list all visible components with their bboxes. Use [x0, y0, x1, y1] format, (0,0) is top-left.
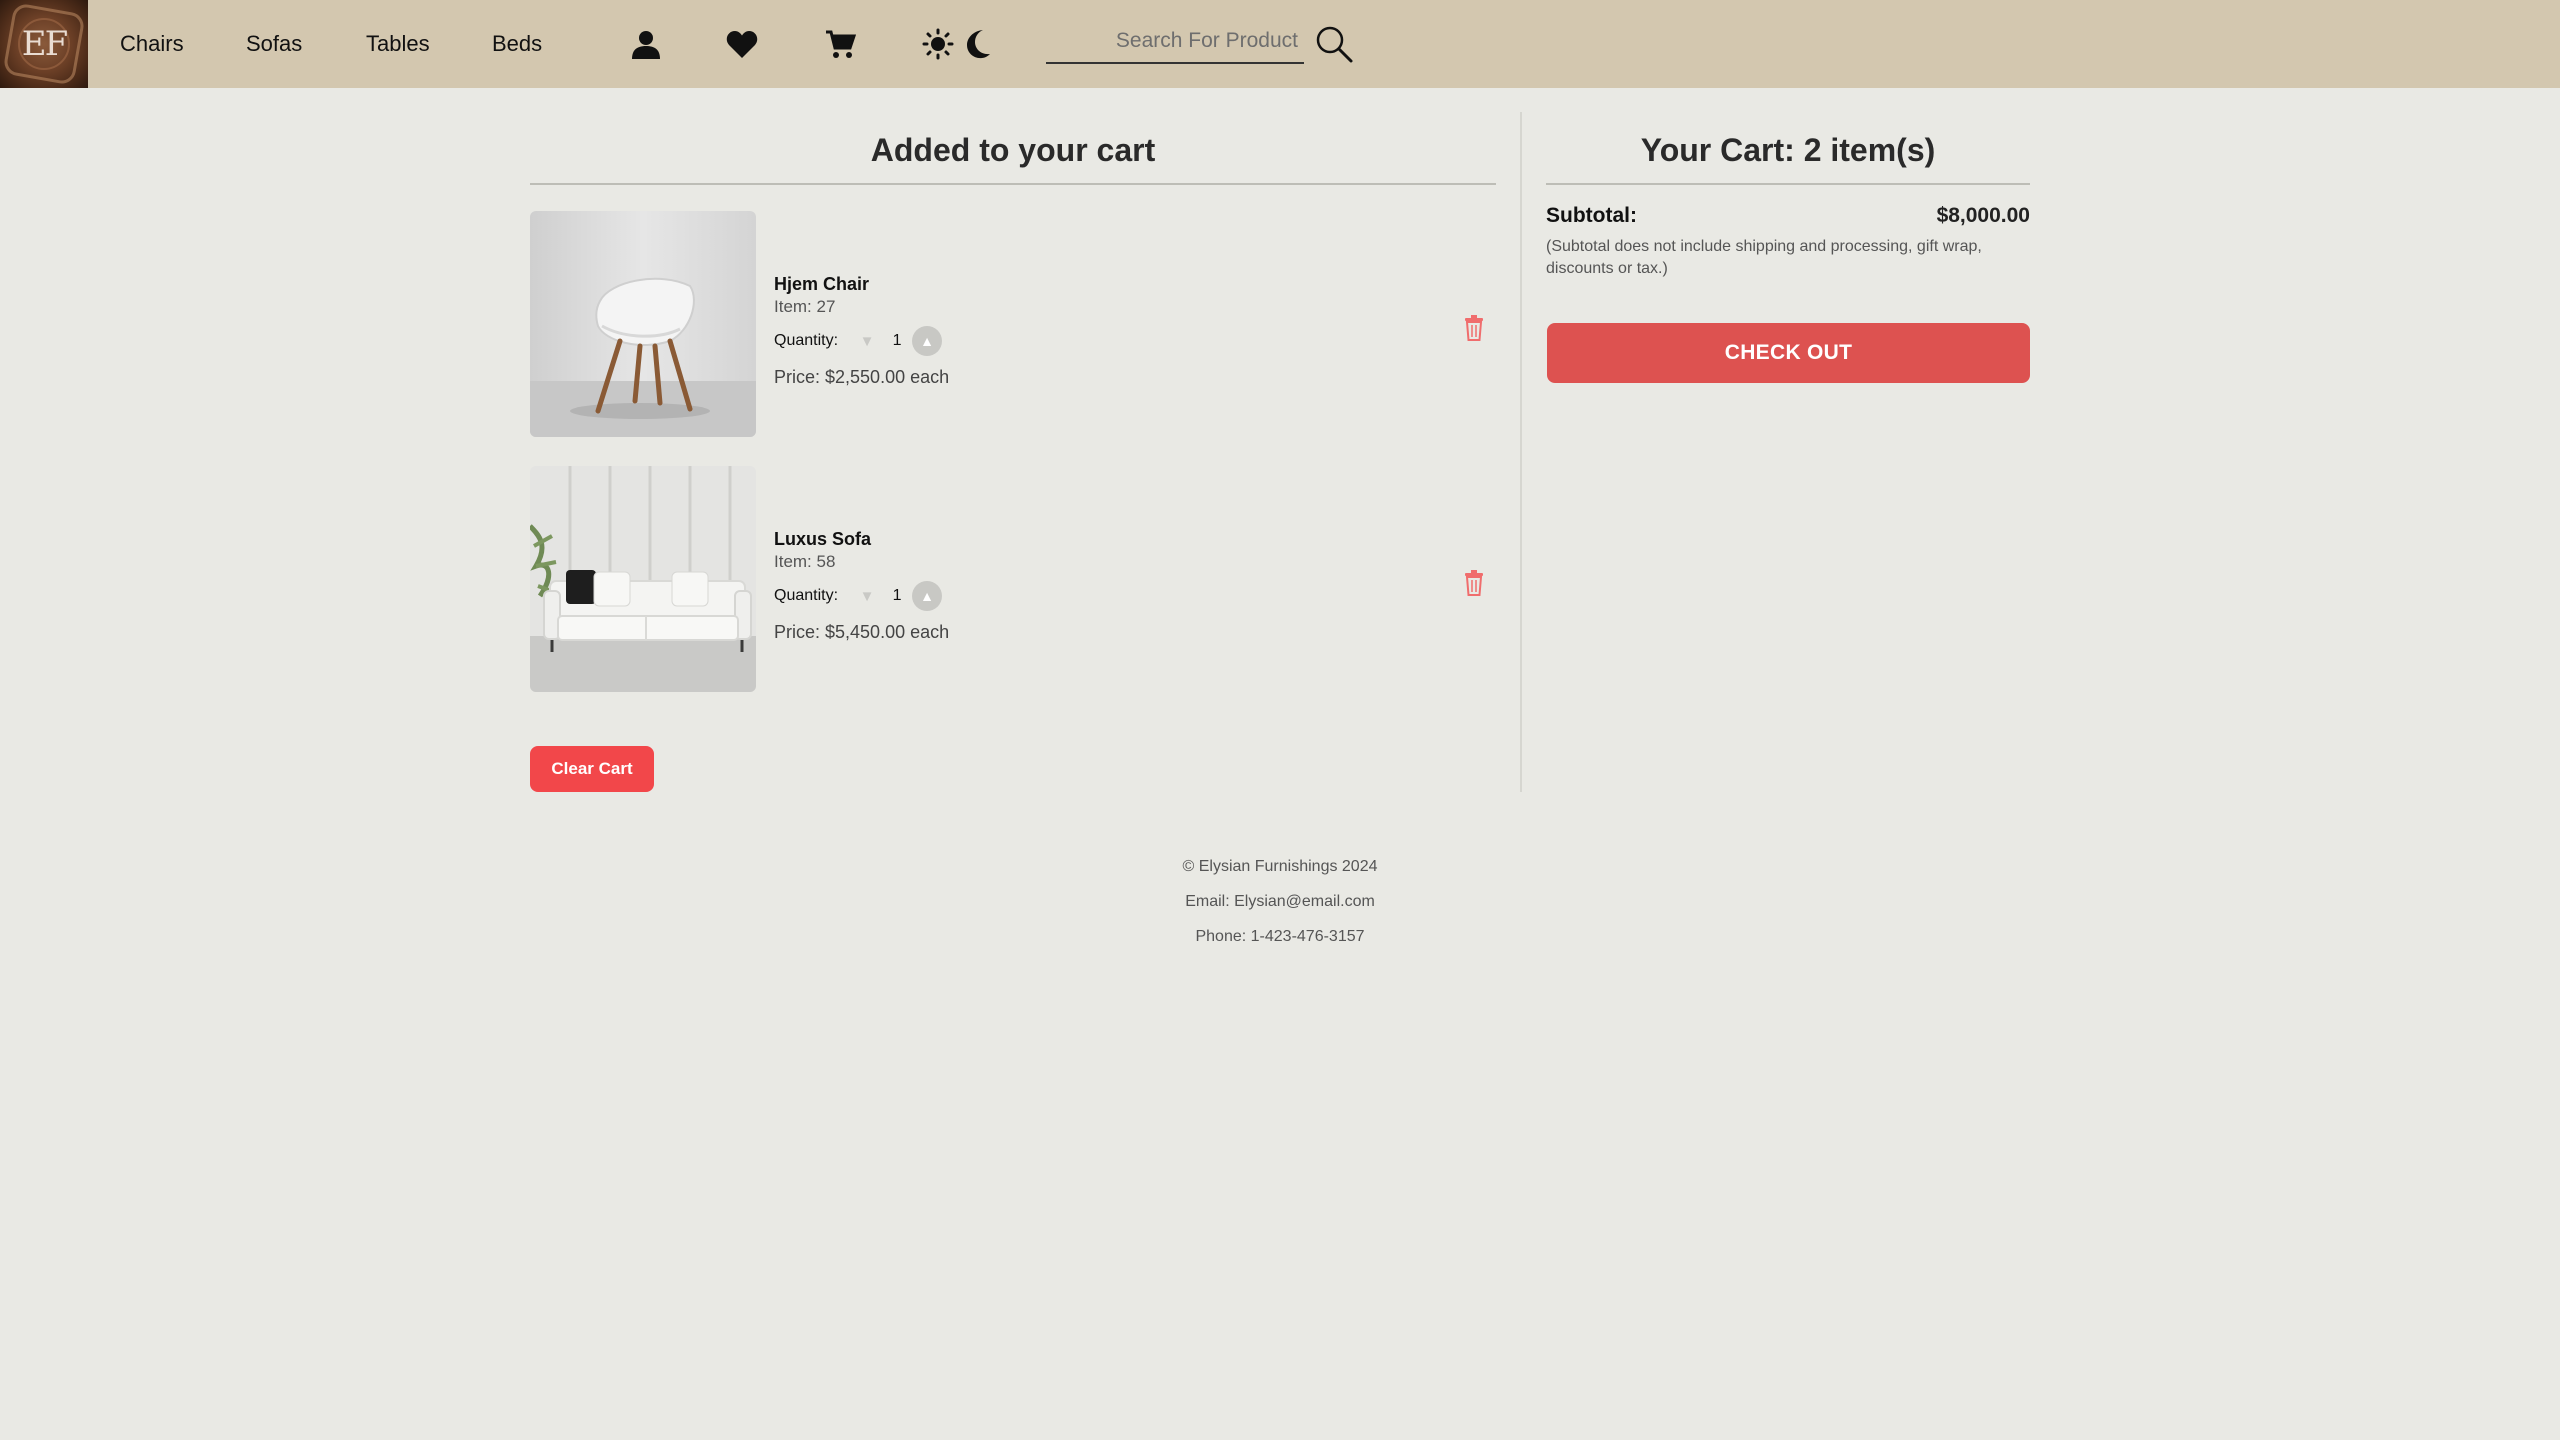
nav-link-chairs[interactable]: Chairs — [120, 0, 184, 88]
cart-heading: Added to your cart — [870, 132, 1156, 168]
clear-cart-button[interactable]: Clear Cart — [530, 746, 654, 792]
quantity-label: Quantity: — [774, 587, 839, 604]
user-icon[interactable] — [624, 22, 668, 66]
trash-icon[interactable] — [1464, 315, 1484, 341]
search-field — [1046, 20, 1304, 64]
moon-icon[interactable] — [956, 22, 1000, 66]
footer-copyright: © Elysian Furnishings 2024 — [1182, 858, 1378, 875]
search-input[interactable] — [1046, 20, 1304, 62]
top-nav-bar: EF Chairs Sofas Tables Beds — [0, 0, 2560, 88]
checkout-button[interactable]: CHECK OUT — [1547, 323, 2030, 383]
item-number: Item: 27 — [774, 297, 836, 316]
cart-heading-divider — [530, 183, 1496, 185]
item-name[interactable]: Luxus Sofa — [774, 529, 949, 550]
quantity-stepper: Quantity: ▼ 1 ▲ — [774, 326, 949, 356]
product-image-sofa[interactable] — [530, 466, 756, 692]
quantity-stepper: Quantity: ▼ 1 ▲ — [774, 581, 949, 611]
summary-divider — [1546, 183, 2030, 185]
brand-logo[interactable]: EF — [0, 0, 88, 88]
quantity-label: Quantity: — [774, 332, 839, 349]
increase-quantity-button[interactable]: ▲ — [912, 581, 943, 611]
decrease-quantity-button[interactable]: ▼ — [852, 326, 882, 356]
nav-link-tables[interactable]: Tables — [366, 0, 430, 88]
quantity-value: 1 — [892, 587, 902, 604]
nav-link-sofas[interactable]: Sofas — [246, 0, 302, 88]
quantity-value: 1 — [892, 332, 902, 349]
item-price: Price: $2,550.00 each — [774, 367, 950, 387]
footer-email: Email: Elysian@email.com — [1185, 893, 1375, 910]
cart-summary-title: Your Cart: 2 item(s) — [1640, 132, 1936, 168]
search-icon[interactable] — [1312, 22, 1356, 66]
increase-quantity-button[interactable]: ▲ — [912, 326, 943, 356]
item-number: Item: 58 — [774, 552, 836, 571]
column-divider — [1520, 112, 1522, 792]
product-image-chair[interactable] — [530, 211, 756, 437]
subtotal-value: $8,000.00 — [1936, 204, 2030, 227]
cart-item: Luxus Sofa Item: 58 Quantity: ▼ 1 ▲ Pric… — [530, 466, 1496, 692]
subtotal-note: (Subtotal does not include shipping and … — [1546, 238, 1982, 277]
cart-icon[interactable] — [818, 22, 862, 66]
decrease-quantity-button[interactable]: ▼ — [852, 581, 882, 611]
sun-icon[interactable] — [916, 22, 960, 66]
item-info: Luxus Sofa Item: 58 Quantity: ▼ 1 ▲ Pric… — [774, 529, 949, 643]
item-info: Hjem Chair Item: 27 Quantity: ▼ 1 ▲ Pric… — [774, 274, 949, 388]
subtotal-label: Subtotal: — [1546, 204, 1637, 227]
logo-monogram: EF — [21, 24, 68, 64]
item-name[interactable]: Hjem Chair — [774, 274, 949, 295]
footer: © Elysian Furnishings 2024 Email: Elysia… — [0, 856, 2560, 961]
subtotal-row: Subtotal: $8,000.00 — [1546, 204, 2030, 228]
nav-link-beds[interactable]: Beds — [492, 0, 542, 88]
trash-icon[interactable] — [1464, 570, 1484, 596]
footer-phone: Phone: 1-423-476-3157 — [1195, 928, 1365, 945]
heart-icon[interactable] — [720, 22, 764, 66]
cart-item: Hjem Chair Item: 27 Quantity: ▼ 1 ▲ Pric… — [530, 211, 1496, 437]
item-price: Price: $5,450.00 each — [774, 622, 950, 642]
